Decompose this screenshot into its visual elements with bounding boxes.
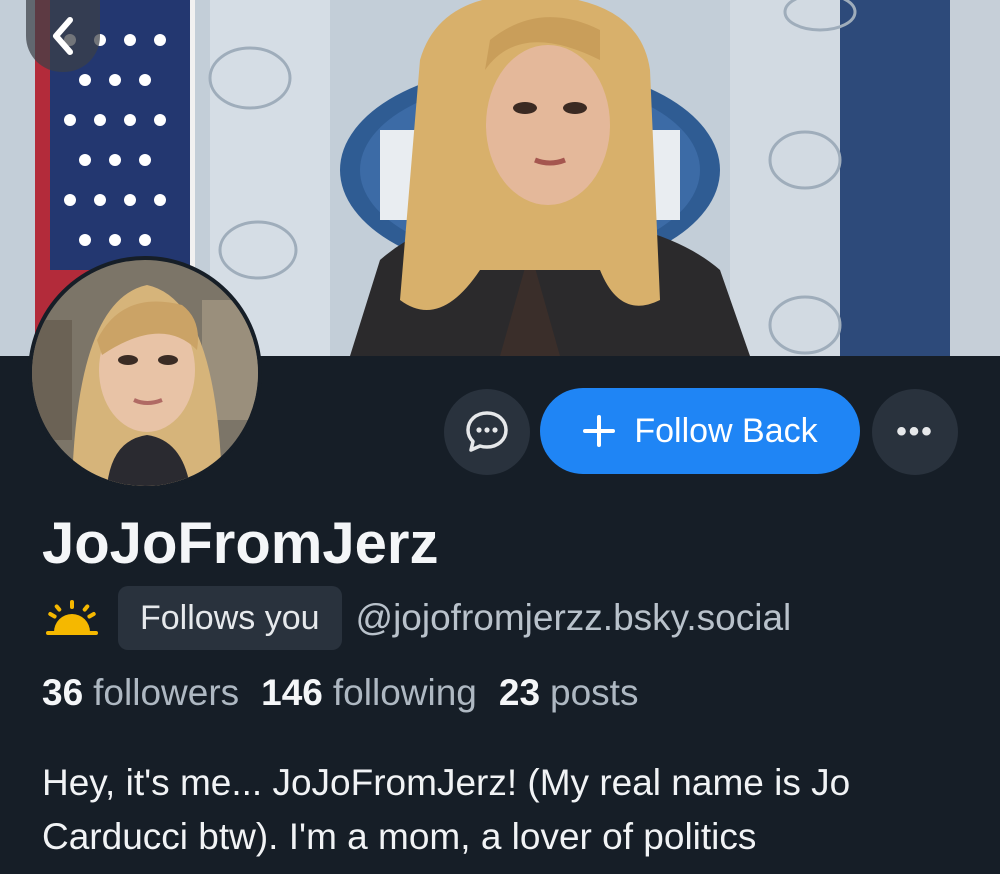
following-label: following [332,672,477,713]
followers-stat[interactable]: 36 followers [42,672,239,714]
handle-row: Follows you @jojofromjerzz.bsky.social [42,586,791,650]
message-button[interactable] [444,389,530,475]
followers-label: followers [93,672,240,713]
profile-stats: 36 followers 146 following 23 posts [42,672,638,714]
posts-count: 23 [498,672,541,713]
chevron-left-icon [53,17,73,55]
avatar-image [32,260,258,486]
profile-bio: Hey, it's me... JoJoFromJerz! (My real n… [42,762,851,857]
follow-back-button[interactable]: Follow Back [540,388,860,474]
avatar[interactable] [28,256,262,490]
following-stat[interactable]: 146 following [261,672,477,714]
follows-you-badge: Follows you [118,586,342,650]
plus-icon [583,415,616,447]
chat-bubble-icon [466,411,508,452]
ellipsis-icon: ••• [896,415,934,448]
following-count: 146 [261,672,323,713]
sunrise-icon [46,600,98,635]
back-button[interactable] [26,0,100,72]
display-name: JoJoFromJerz [42,511,439,576]
handle[interactable]: @jojofromjerzz.bsky.social [356,597,792,639]
followers-count: 36 [42,672,84,713]
more-options-button[interactable]: ••• [872,389,958,475]
follow-back-label: Follow Back [634,411,818,450]
posts-label: posts [550,672,639,713]
posts-stat: 23 posts [499,672,639,714]
